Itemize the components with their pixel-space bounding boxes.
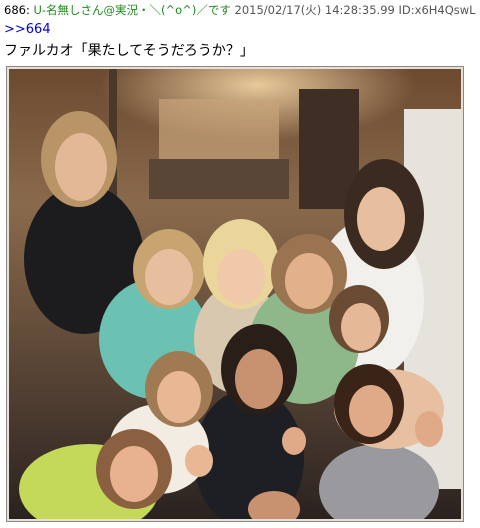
post-number: 686 [4, 3, 26, 17]
post-timestamp: 2015/02/17(火) 14:28:35.99 [234, 3, 395, 17]
post-header: 686: U-名無しさん@実況・＼(^o^)／です 2015/02/17(火) … [4, 2, 476, 19]
post: 686: U-名無しさん@実況・＼(^o^)／です 2015/02/17(火) … [0, 0, 480, 528]
reply-anchor-link[interactable]: >>664 [4, 21, 51, 39]
poster-id[interactable]: ID:x6H4QswL0 [399, 3, 476, 17]
photo-frame [6, 66, 464, 522]
post-body-text: ファルカオ「果たしてそうだろうか？」 [4, 43, 254, 59]
poster-name[interactable]: U-名無しさん@実況・＼(^o^)／です [33, 3, 230, 17]
group-photo-image[interactable] [9, 69, 461, 519]
